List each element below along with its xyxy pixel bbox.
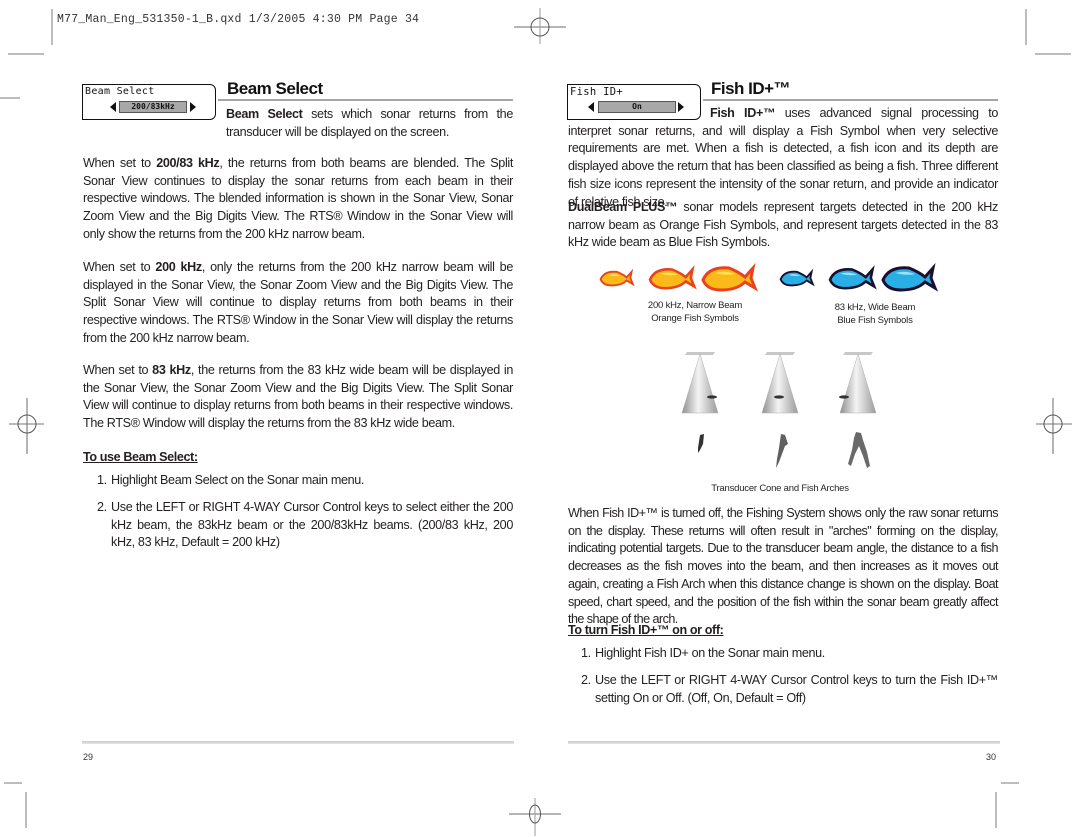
paragraph-83: When set to 83 kHz, the returns from the…	[83, 362, 513, 433]
dualbeam-paragraph: DualBeam PLUS™ sonar models represent ta…	[568, 199, 998, 252]
intro-bold: Beam Select	[226, 107, 303, 121]
procedure-heading: To turn Fish ID+™ on or off:	[568, 623, 724, 637]
fish-arch-paragraph: When Fish ID+™ is turned off, the Fishin…	[568, 505, 999, 629]
crop-mark	[1035, 53, 1071, 55]
crop-mark	[25, 792, 27, 828]
left-arrow-icon[interactable]	[110, 102, 116, 112]
printer-slug-line: M77_Man_Eng_531350-1_B.qxd 1/3/2005 4:30…	[57, 13, 420, 26]
step-text: Use the LEFT or RIGHT 4-WAY Cursor Contr…	[595, 673, 998, 705]
registration-mark-icon	[9, 398, 44, 454]
registration-mark-icon	[514, 8, 566, 44]
footer-rule	[568, 741, 1000, 744]
crop-mark	[51, 9, 53, 45]
caption-line: Blue Fish Symbols	[837, 315, 913, 326]
step-number: 1.	[581, 646, 591, 660]
page-number: 30	[986, 752, 997, 762]
crop-mark	[1001, 782, 1019, 784]
crop-mark	[8, 53, 44, 55]
paragraph-200-83: When set to 200/83 kHz, the returns from…	[83, 155, 513, 244]
procedure-heading: To use Beam Select:	[83, 450, 198, 464]
footer-rule	[82, 741, 514, 744]
menu-title: Beam Select	[85, 86, 155, 97]
beam-select-menu-widget[interactable]: Beam Select 200/83kHz	[82, 84, 216, 120]
fish-target-icon	[774, 395, 784, 399]
step-item: 1. Highlight Fish ID+ on the Sonar main …	[581, 645, 998, 663]
fish-body	[828, 265, 877, 290]
fish-arch-2	[776, 434, 788, 468]
paragraph-200: When set to 200 kHz, only the returns fr…	[83, 259, 513, 348]
page-number: 29	[83, 752, 94, 762]
fish-arch-1	[698, 434, 704, 453]
caption-line: 200 kHz, Narrow Beam	[647, 300, 743, 311]
orange-fish-medium-icon	[648, 265, 697, 290]
orange-fish-caption: 200 kHz, Narrow Beam Orange Fish Symbols	[620, 299, 770, 325]
blue-fish-large-icon	[881, 262, 939, 292]
intro-text: uses advanced signal processing to inter…	[568, 106, 998, 209]
title-underline	[703, 99, 998, 101]
fish-target-icon	[839, 395, 849, 399]
step-item: 1. Highlight Beam Select on the Sonar ma…	[97, 472, 513, 490]
transducer-cone-1	[681, 352, 719, 414]
orange-fish-small-icon	[599, 268, 635, 287]
step-item: 2. Use the LEFT or RIGHT 4-WAY Cursor Co…	[581, 672, 998, 707]
dualbeam-bold: DualBeam PLUS™	[568, 200, 678, 214]
intro-paragraph: Beam Select sets which sonar returns fro…	[226, 106, 513, 141]
crop-mark	[4, 782, 22, 784]
fish-body	[881, 262, 939, 292]
fish-symbols-figure	[599, 262, 939, 292]
transducer-cone-2	[761, 352, 799, 414]
title-underline	[218, 99, 513, 101]
crop-mark	[0, 97, 20, 99]
orange-fish-large-icon	[701, 262, 759, 292]
menu-title: Fish ID+	[570, 86, 623, 98]
text: When set to	[83, 156, 157, 170]
step-text: Highlight Beam Select on the Sonar main …	[111, 473, 365, 487]
registration-mark-icon	[1036, 398, 1072, 454]
crop-mark	[995, 792, 997, 828]
transducer-cones-figure	[681, 352, 877, 468]
registration-mark-icon	[509, 798, 561, 836]
blue-fish-caption: 83 kHz, Wide Beam Blue Fish Symbols	[800, 301, 950, 327]
transducer-cone-3	[839, 352, 877, 414]
figure-caption: Transducer Cone and Fish Arches	[711, 483, 849, 494]
crop-mark	[1025, 9, 1027, 45]
section-title: Fish ID+™	[711, 79, 791, 98]
bold-text: 200 kHz	[155, 260, 202, 274]
blue-fish-medium-icon	[828, 265, 877, 290]
text: When Fish ID+™ is turned off, the Fishin…	[568, 506, 999, 627]
text: When set to	[83, 363, 153, 377]
step-number: 1.	[97, 473, 107, 487]
caption-line: Orange Fish Symbols	[651, 313, 739, 324]
fish-body	[779, 268, 815, 287]
caption-line: 83 kHz, Wide Beam	[834, 302, 916, 313]
step-item: 2. Use the LEFT or RIGHT 4-WAY Cursor Co…	[97, 499, 513, 552]
intro-bold: Fish ID+™	[710, 106, 776, 120]
fish-body	[599, 268, 635, 287]
step-text: Highlight Fish ID+ on the Sonar main men…	[595, 646, 825, 660]
fish-body	[701, 262, 759, 292]
text: When set to	[83, 260, 156, 274]
bold-text: 200/83 kHz	[156, 156, 220, 170]
menu-value: 200/83kHz	[119, 101, 187, 113]
blue-fish-small-icon	[779, 268, 815, 287]
step-number: 2.	[581, 673, 591, 687]
step-number: 2.	[97, 500, 107, 514]
fish-body	[648, 265, 697, 290]
right-arrow-icon[interactable]	[190, 102, 196, 112]
section-title: Beam Select	[227, 79, 323, 98]
fish-arch-3	[848, 432, 870, 468]
intro-paragraph: Fish ID+™ uses advanced signal processin…	[568, 105, 998, 211]
fish-target-icon	[707, 395, 717, 399]
step-text: Use the LEFT or RIGHT 4-WAY Cursor Contr…	[111, 500, 513, 550]
bold-text: 83 kHz	[152, 363, 191, 377]
